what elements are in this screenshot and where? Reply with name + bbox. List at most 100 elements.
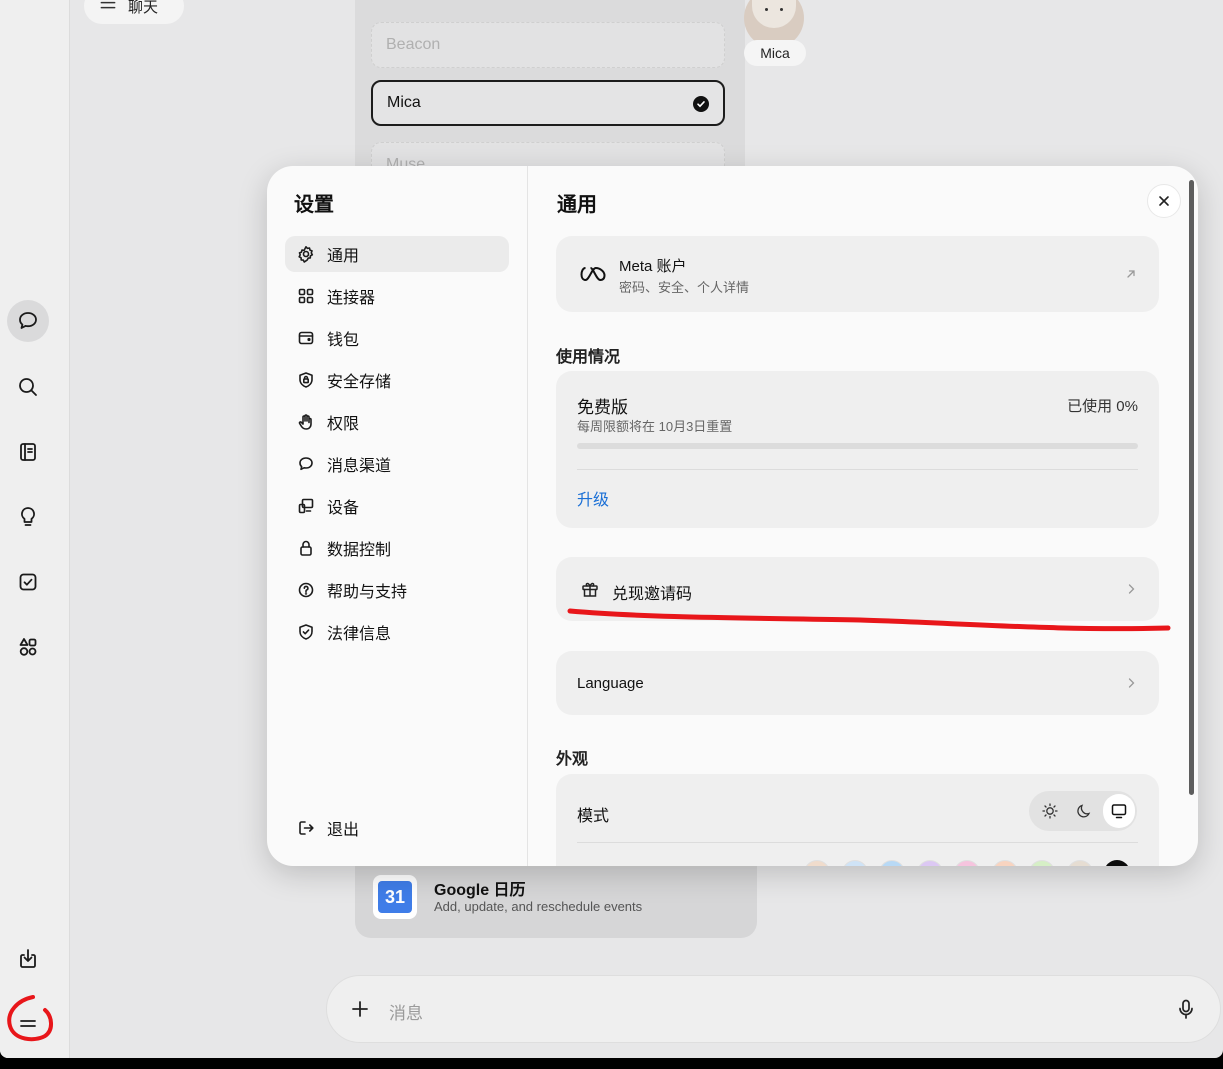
message-composer[interactable]: 消息 — [326, 975, 1221, 1043]
checkmark-icon — [693, 96, 709, 112]
settings-sidebar: 设置 通用 连接器 钱包 安全存储 权限 消息渠道 设备 数据控制 帮助与支持 … — [267, 166, 528, 866]
settings-nav-connectors[interactable]: 连接器 — [285, 278, 509, 314]
voice-option-beacon[interactable]: Beacon — [371, 22, 725, 68]
lock-icon — [300, 540, 312, 556]
account-title: Meta 账户 — [619, 258, 687, 275]
chevron-right-icon — [1128, 678, 1135, 688]
logout-button[interactable]: 退出 — [285, 810, 509, 846]
grid-icon — [298, 288, 314, 304]
usage-progress-bar — [577, 443, 1138, 449]
nav-label: 权限 — [327, 416, 360, 433]
gift-icon — [582, 582, 598, 597]
moon-icon — [1077, 804, 1091, 818]
voice-avatar[interactable]: Mica — [744, 0, 806, 78]
app-window: 聊天 Beacon Mica Muse Mica 31 Google 日历 Ad… — [0, 0, 1223, 1058]
nav-label: 通用 — [327, 248, 360, 265]
scrollbar[interactable] — [1189, 180, 1194, 795]
light-mode-option[interactable] — [1035, 796, 1065, 826]
notebook-icon — [20, 443, 36, 461]
checkbox-icon — [19, 573, 37, 591]
language-row[interactable]: Language — [556, 651, 1159, 715]
gear-icon — [298, 246, 314, 263]
plan-reset-note: 每周限额将在 10月3日重置 — [577, 419, 733, 434]
nav-label: 设备 — [327, 500, 360, 517]
chat-tab-label: 聊天 — [128, 0, 159, 16]
appearance-card: 模式 — [556, 774, 1159, 866]
menu-icon — [20, 1020, 36, 1027]
redeem-invite-label: 兑现邀请码 — [612, 586, 693, 603]
menu-lines-icon — [100, 1, 116, 9]
meta-logo-icon — [580, 266, 606, 282]
settings-nav-permissions[interactable]: 权限 — [285, 404, 509, 440]
download-button[interactable] — [7, 938, 49, 980]
settings-nav-wallet[interactable]: 钱包 — [285, 320, 509, 356]
nav-label: 钱包 — [327, 332, 360, 349]
appearance-heading: 外观 — [556, 751, 589, 768]
nav-label: 消息渠道 — [327, 458, 392, 475]
settings-nav-legal[interactable]: 法律信息 — [285, 614, 509, 650]
settings-nav-help[interactable]: 帮助与支持 — [285, 572, 509, 608]
settings-title: 设置 — [294, 194, 334, 216]
calendar-icon: 31 — [373, 875, 417, 919]
voice-option-mica[interactable]: Mica — [371, 80, 725, 126]
redeem-invite-row[interactable]: 兑现邀请码 — [556, 557, 1159, 621]
logout-label: 退出 — [327, 822, 360, 839]
chat-bubble-icon — [19, 312, 37, 329]
settings-dialog: 设置 通用 连接器 钱包 安全存储 权限 消息渠道 设备 数据控制 帮助与支持 … — [267, 166, 1198, 866]
mode-label: 模式 — [577, 808, 610, 825]
settings-nav-secure-storage[interactable]: 安全存储 — [285, 362, 509, 398]
logout-icon — [299, 821, 314, 835]
microphone-icon[interactable] — [1174, 997, 1198, 1021]
account-subtitle: 密码、安全、个人详情 — [619, 280, 750, 295]
ideas-nav-button[interactable] — [7, 496, 49, 538]
search-nav-button[interactable] — [7, 366, 49, 408]
chat-bubble-icon — [299, 457, 313, 471]
shield-check-icon — [299, 624, 313, 640]
upgrade-link[interactable]: 升级 — [577, 486, 609, 510]
avatar-name: Mica — [744, 40, 806, 66]
apps-nav-button[interactable] — [7, 626, 49, 668]
shield-lock-icon — [299, 372, 313, 388]
notebook-nav-button[interactable] — [7, 431, 49, 473]
usage-percent: 已使用 0% — [1067, 398, 1138, 415]
message-input-placeholder[interactable]: 消息 — [389, 999, 423, 1024]
mode-toggle[interactable] — [1029, 791, 1137, 831]
divider — [577, 842, 1138, 843]
settings-nav-devices[interactable]: 设备 — [285, 488, 509, 524]
settings-nav-general[interactable]: 通用 — [285, 236, 509, 272]
settings-nav-data-controls[interactable]: 数据控制 — [285, 530, 509, 566]
divider — [577, 469, 1138, 470]
devices-icon — [298, 498, 314, 514]
chat-tab[interactable]: 聊天 — [84, 0, 184, 24]
sun-icon — [1042, 803, 1058, 819]
general-title: 通用 — [557, 194, 597, 216]
wallet-icon — [298, 331, 314, 345]
apps-icon — [19, 638, 37, 656]
close-button[interactable] — [1147, 184, 1181, 218]
left-rail — [0, 0, 70, 1058]
plus-icon[interactable] — [349, 998, 371, 1020]
usage-heading: 使用情况 — [556, 349, 621, 366]
menu-button[interactable] — [7, 1002, 49, 1044]
system-mode-option[interactable] — [1103, 794, 1135, 828]
hand-icon — [298, 414, 312, 430]
plan-name: 免费版 — [577, 398, 628, 417]
language-label: Language — [577, 675, 644, 692]
download-icon — [20, 949, 36, 968]
voice-picker: Beacon Mica Muse — [355, 0, 745, 188]
settings-nav-message-channels[interactable]: 消息渠道 — [285, 446, 509, 482]
monitor-icon — [1111, 804, 1127, 819]
nav-label: 法律信息 — [327, 626, 392, 643]
external-link-icon — [1127, 270, 1135, 278]
tasks-nav-button[interactable] — [7, 561, 49, 603]
nav-label: 连接器 — [327, 290, 376, 307]
meta-account-row[interactable]: Meta 账户 密码、安全、个人详情 — [556, 236, 1159, 312]
close-icon — [1159, 196, 1169, 206]
chat-nav-button[interactable] — [7, 300, 49, 342]
nav-label: 数据控制 — [327, 542, 392, 559]
search-icon — [19, 378, 37, 396]
connector-subtitle: Add, update, and reschedule events — [434, 899, 643, 914]
nav-label: 安全存储 — [327, 374, 392, 391]
dark-mode-option[interactable] — [1069, 796, 1099, 826]
calendar-icon-date: 31 — [378, 881, 412, 913]
